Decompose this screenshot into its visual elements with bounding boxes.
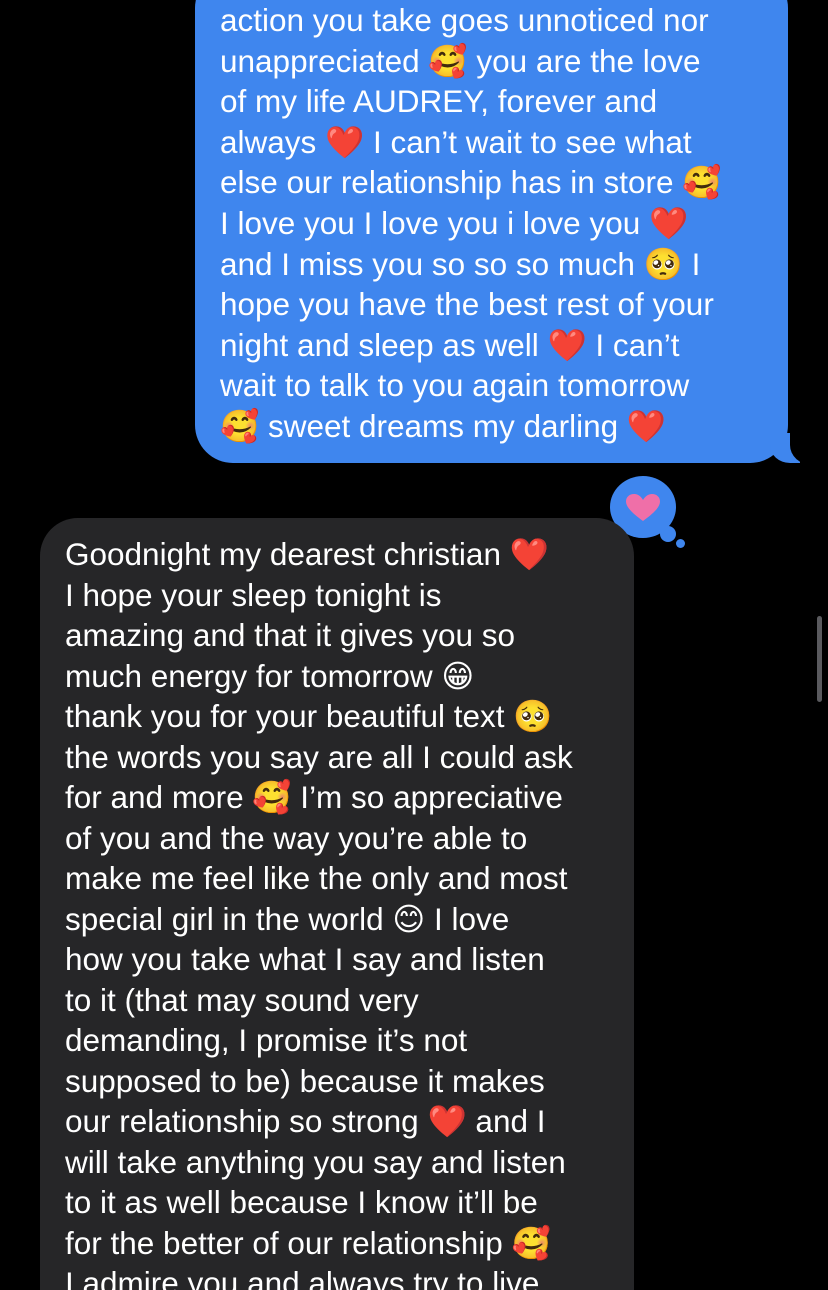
outgoing-message-text: action you take goes unnoticed nor unapp… [220,2,722,444]
scroll-indicator[interactable] [817,616,822,702]
incoming-message-text: Goodnight my dearest christian ❤️ I hope… [65,536,573,1290]
tapback-tail-dot-small [676,539,685,548]
outgoing-message-bubble[interactable]: action you take goes unnoticed nor unapp… [195,0,816,465]
heart-icon [626,494,660,521]
message-thread[interactable]: action you take goes unnoticed nor unapp… [0,0,828,1290]
incoming-message-bubble[interactable]: Goodnight my dearest christian ❤️ I hope… [40,518,634,1290]
